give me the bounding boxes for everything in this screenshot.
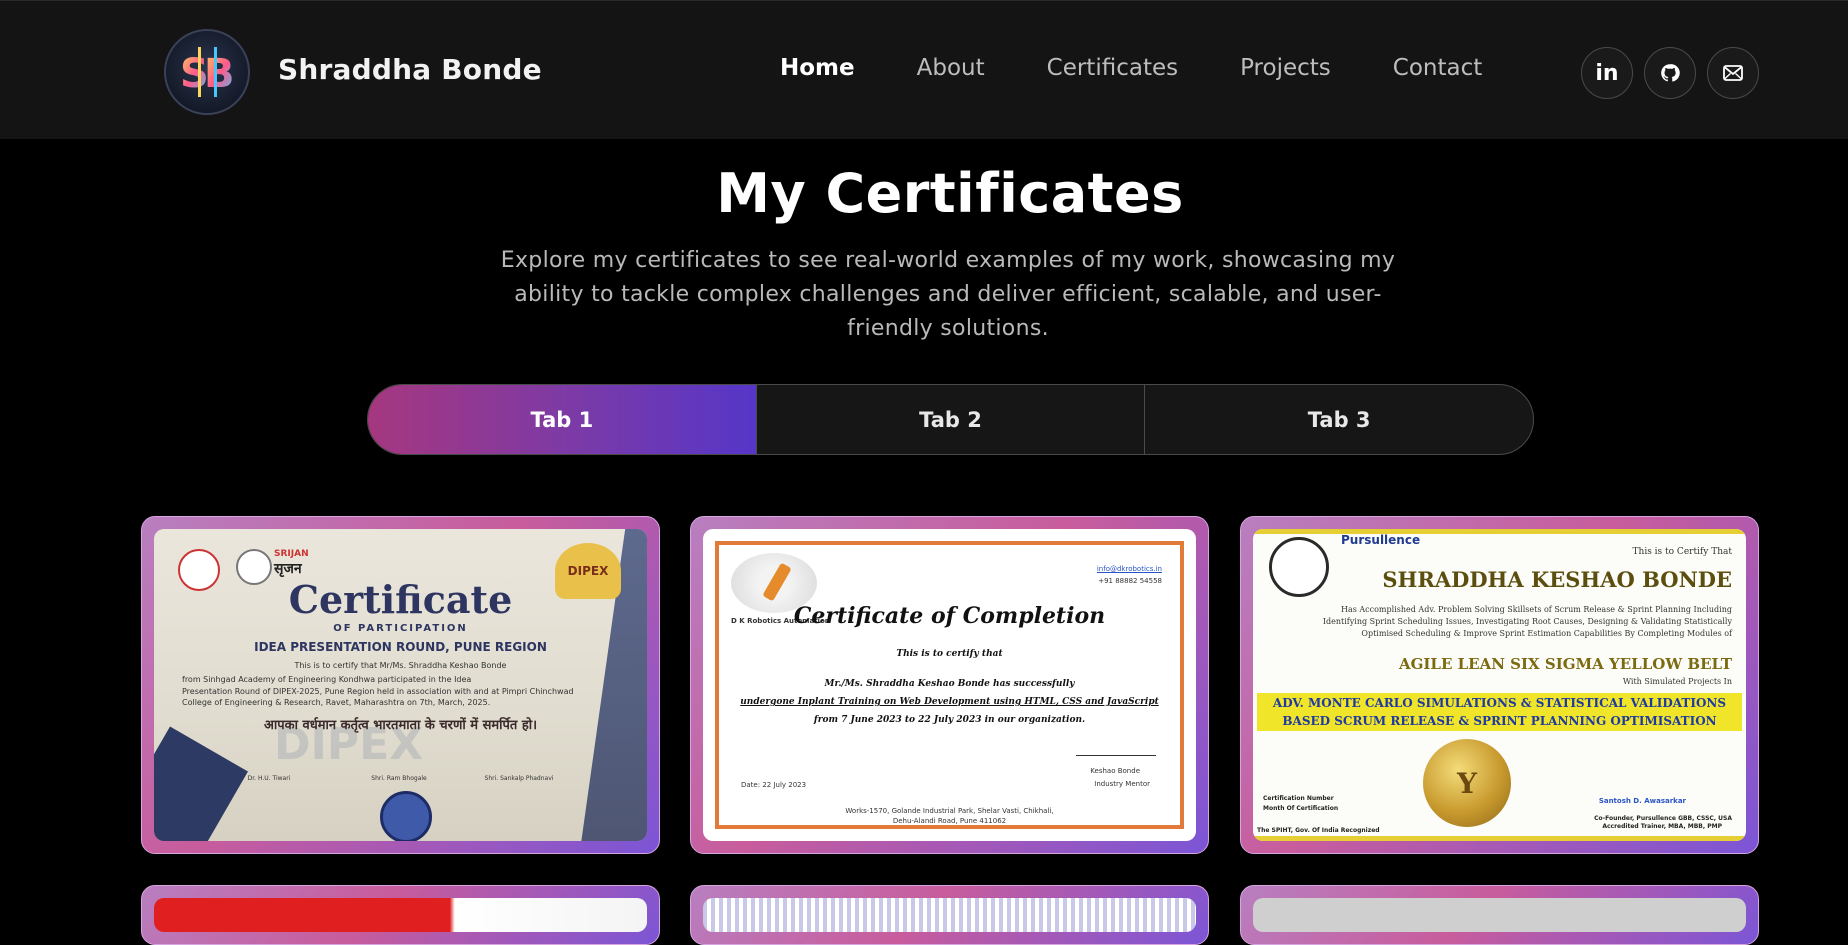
nav-contact[interactable]: Contact <box>1393 55 1482 81</box>
certificate-image-6 <box>1253 898 1746 932</box>
cert-intro: This is to certify that <box>896 649 1003 659</box>
cert-hindi-line: आपका वर्धमान कर्तृत्व भारतमाता के चरणों … <box>263 718 538 733</box>
signatory-1: Dr. H.U. Tiwari <box>247 775 291 782</box>
cert-subheading: OF PARTICIPATION <box>333 623 468 634</box>
tab-1[interactable]: Tab 1 <box>368 385 757 454</box>
certificate-card-2[interactable]: D K Robotics Automation info@dkrobotics.… <box>690 516 1209 854</box>
certificate-card-4[interactable] <box>141 885 660 945</box>
srijan-hindi: सृजन <box>274 561 302 577</box>
main-nav: Home About Certificates Projects Contact <box>780 55 1482 81</box>
linkedin-button[interactable]: in <box>1581 47 1633 99</box>
cert-body-2: undergone Inplant Training on Web Develo… <box>740 697 1159 707</box>
signature-line <box>1076 755 1156 756</box>
page-title: My Certificates <box>716 162 1184 225</box>
svg-text:B: B <box>204 51 235 97</box>
tab-3[interactable]: Tab 3 <box>1145 385 1533 454</box>
mail-button[interactable] <box>1707 47 1759 99</box>
certificate-card-6[interactable] <box>1240 885 1759 945</box>
site-logo[interactable]: S B <box>164 29 250 115</box>
cert-body-1: Mr./Ms. Shraddha Keshao Bonde has succes… <box>824 679 1075 689</box>
srijan-label: SRIJAN <box>274 549 309 559</box>
signer-title: Co-Founder, Pursullence GBB, CSSC, USA <box>1594 815 1732 822</box>
cert-month-label: Month Of Certification <box>1263 805 1339 812</box>
cert-certify: This is to Certify That <box>1632 547 1732 557</box>
cert-detail-1: Presentation Round of DIPEX-2025, Pune R… <box>182 687 574 696</box>
gold-medal-icon: Y <box>1423 739 1511 827</box>
cert-banner: ADV. MONTE CARLO SIMULATIONS & STATISTIC… <box>1257 693 1742 731</box>
certificate-card-5[interactable] <box>690 885 1209 945</box>
decor-shape <box>154 726 248 841</box>
tab-2[interactable]: Tab 2 <box>757 385 1146 454</box>
nav-about[interactable]: About <box>917 55 985 81</box>
page-description: Explore my certificates to see real-worl… <box>500 248 1396 341</box>
cert-date: Date: 22 July 2023 <box>741 781 807 789</box>
cert-heading: Certificate of Completion <box>793 603 1106 629</box>
nav-home[interactable]: Home <box>780 55 855 81</box>
signatory-2: Shri. Ram Bhogale <box>371 775 427 782</box>
certificate-image-4 <box>154 898 647 932</box>
github-button[interactable] <box>1644 47 1696 99</box>
certificate-image-six-sigma: Pursullence This is to Certify That SHRA… <box>1253 529 1746 841</box>
address-line-2: Dehu-Alandi Road, Pune 411062 <box>892 817 1007 825</box>
cert-footer: The SPIHT, Gov. Of India Recognized <box>1257 827 1380 834</box>
signatory-3: Shri. Sankalp Phadnavi <box>484 775 554 782</box>
cert-body-3: from 7 June 2023 to 22 July 2023 in our … <box>813 715 1086 725</box>
nav-projects[interactable]: Projects <box>1240 55 1331 81</box>
certificate-image-5 <box>703 898 1196 932</box>
nav-certificates[interactable]: Certificates <box>1047 55 1178 81</box>
cert-recipient: This is to certify that Mr/Ms. Shraddha … <box>294 661 507 670</box>
address-line-1: Works-1570, Golande Industrial Park, She… <box>845 807 1054 815</box>
decor-bar <box>1253 836 1746 841</box>
brand-name[interactable]: Shraddha Bonde <box>278 53 542 86</box>
cert-heading: Certificate <box>288 577 513 622</box>
signer-name: Santosh D. Awasarkar <box>1598 797 1686 805</box>
decor-bar <box>1253 529 1746 534</box>
site-header: S B Shraddha Bonde Home About Certificat… <box>0 0 1848 139</box>
cert-belt: AGILE LEAN SIX SIGMA YELLOW BELT <box>1398 655 1732 673</box>
banner-line-1: ADV. MONTE CARLO SIMULATIONS & STATISTIC… <box>1272 696 1727 710</box>
cert-number-label: Certification Number <box>1263 795 1334 802</box>
signer-title-2: Accredited Trainer, MBA, MBB, PMP <box>1602 823 1722 830</box>
certificate-image-completion: D K Robotics Automation info@dkrobotics.… <box>703 529 1196 841</box>
signer-title: Industry Mentor <box>1094 780 1150 788</box>
mail-icon <box>1723 65 1743 81</box>
banner-line-2: BASED SCRUM RELEASE & SPRINT PLANNING OP… <box>1282 714 1717 728</box>
linkedin-icon: in <box>1595 60 1619 86</box>
sb-logo-icon: S B <box>180 47 235 97</box>
cert-detail-2: College of Engineering & Research, Ravet… <box>182 698 491 707</box>
certificate-card-3[interactable]: Pursullence This is to Certify That SHRA… <box>1240 516 1759 854</box>
srijan-logo: SRIJAN सृजन <box>274 549 309 578</box>
six-sigma-seal-icon <box>1269 537 1329 597</box>
cert-with: With Simulated Projects In <box>1622 677 1732 686</box>
certificate-tabs: Tab 1 Tab 2 Tab 3 <box>367 384 1534 455</box>
certificate-image-dipex: SRIJAN सृजन DIPEX Certificate OF PARTICI… <box>154 529 647 841</box>
social-links: in <box>1581 47 1759 99</box>
cert-college: from Sinhgad Academy of Engineering Kond… <box>182 675 472 684</box>
cert-line-1: Has Accomplished Adv. Problem Solving Sk… <box>1340 605 1732 614</box>
github-icon <box>1661 64 1680 82</box>
cert-line-3: Optimised Scheduling & Improve Sprint Es… <box>1361 629 1732 638</box>
cert-event: IDEA PRESENTATION ROUND, PUNE REGION <box>254 640 547 654</box>
certificate-card-1[interactable]: SRIJAN सृजन DIPEX Certificate OF PARTICI… <box>141 516 660 854</box>
company-email: info@dkrobotics.in <box>1096 565 1162 573</box>
company-phone: +91 88882 54558 <box>1098 577 1162 585</box>
recipient-name: SHRADDHA KESHAO BONDE <box>1382 567 1732 592</box>
pursullence-logo: Pursullence <box>1341 533 1421 547</box>
signer-name: Keshao Bonde <box>1090 767 1140 775</box>
college-emblem-icon <box>380 791 432 841</box>
cert-line-2: Identifying Sprint Scheduling Issues, In… <box>1322 617 1732 626</box>
